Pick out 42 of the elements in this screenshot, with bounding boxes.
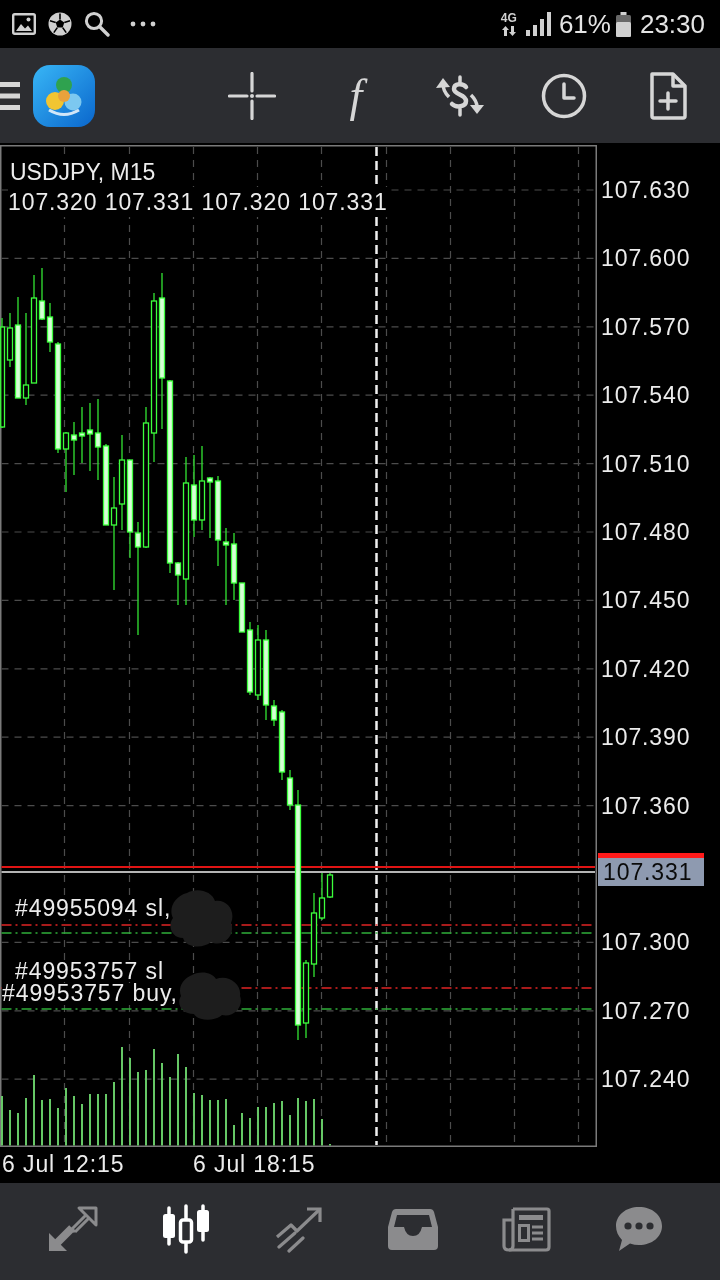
symbol-timeframe: USDJPY, M15 <box>8 157 156 187</box>
crosshair-icon[interactable] <box>228 71 276 120</box>
double-arrow-icon[interactable] <box>46 1204 99 1253</box>
price-label: 107.390 <box>600 724 691 751</box>
order-label: #49953757 sl <box>15 961 164 982</box>
more-icon <box>130 21 156 27</box>
candlestick-icon[interactable] <box>160 1203 212 1254</box>
time-label: 6 Jul 12:15 <box>2 1152 125 1176</box>
app-logo-icon <box>33 64 95 127</box>
signal-icon <box>525 12 552 36</box>
price-label: 107.570 <box>600 313 691 340</box>
chat-icon[interactable] <box>614 1204 665 1253</box>
clock-time: 23:30 <box>639 9 705 39</box>
order-label: #49953757 buy, <box>2 983 178 1004</box>
price-label: 107.270 <box>600 997 691 1024</box>
network-type: 4G <box>500 12 517 24</box>
price-label: 107.630 <box>600 177 691 203</box>
search-icon <box>84 11 110 37</box>
time-label: 6 Jul 18:15 <box>193 1152 316 1176</box>
price-label: 107.450 <box>600 587 691 614</box>
inbox-icon[interactable] <box>387 1206 438 1251</box>
order-label: #49955094 sl, <box>15 898 172 919</box>
price-label: 107.540 <box>600 382 691 409</box>
price-label: 107.360 <box>600 792 691 819</box>
data-arrows-icon <box>501 26 516 36</box>
current-price-label: 107.331 <box>598 852 704 886</box>
clock-icon[interactable] <box>541 72 587 119</box>
price-label: 107.420 <box>600 655 691 682</box>
menu-icon[interactable] <box>0 80 20 111</box>
ohlc-values: 107.320 107.331 107.320 107.331 <box>8 187 388 217</box>
battery-icon <box>615 11 631 37</box>
price-label: 107.240 <box>600 1066 691 1093</box>
soccer-ball-icon <box>48 12 72 36</box>
battery-percent: 61% <box>558 9 611 39</box>
newspaper-icon[interactable] <box>501 1205 551 1252</box>
price-label: 107.510 <box>600 450 691 477</box>
price-label: 107.300 <box>600 929 691 956</box>
indicator-button[interactable]: f <box>343 70 369 121</box>
price-label: 107.480 <box>600 518 691 545</box>
gallery-icon <box>12 13 36 35</box>
add-document-icon[interactable] <box>649 71 687 120</box>
price-label: 107.600 <box>600 245 691 272</box>
